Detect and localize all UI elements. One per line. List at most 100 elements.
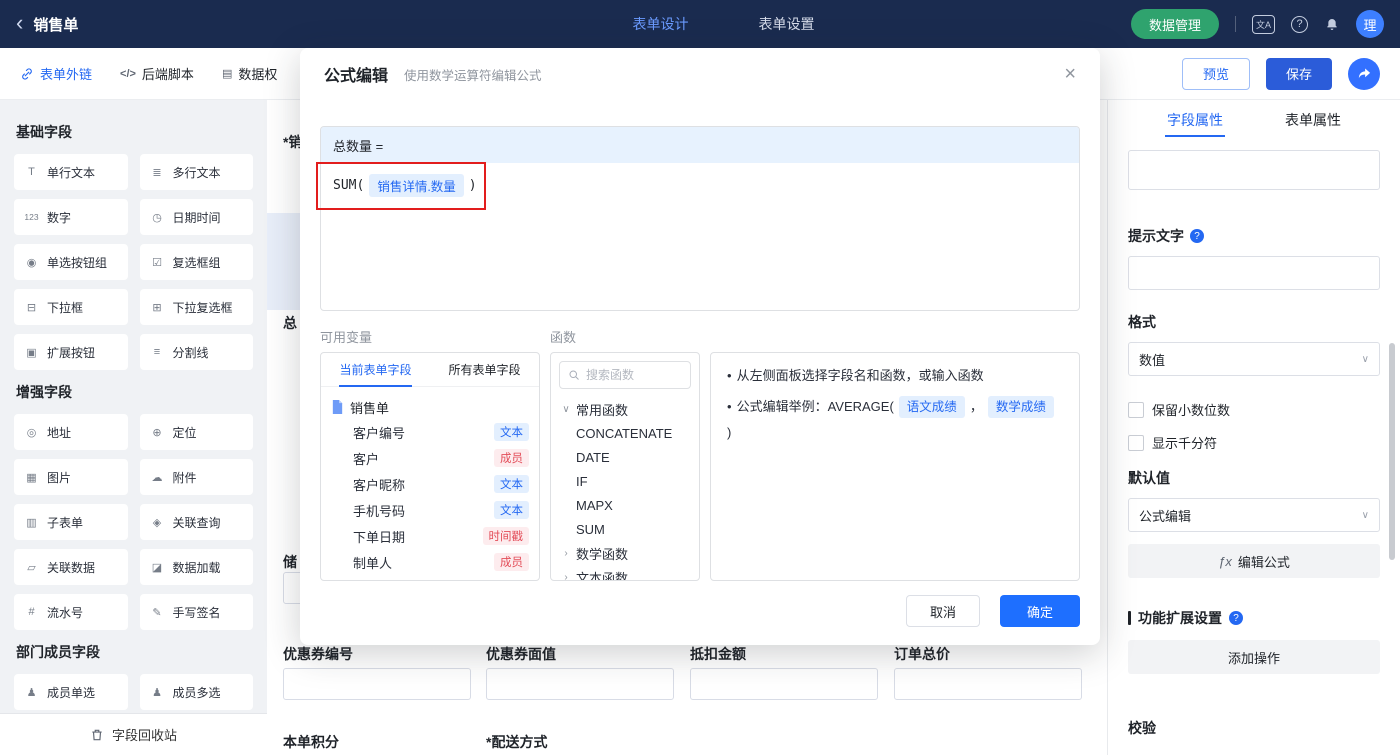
function-concatenate[interactable]: CONCATENATE	[561, 421, 689, 445]
question-circle-icon[interactable]: ?	[1229, 611, 1243, 625]
variable-name: 客户	[353, 449, 379, 468]
cancel-button[interactable]: 取消	[906, 595, 980, 627]
trash-icon	[90, 728, 104, 742]
group-label: 文本函数	[576, 568, 628, 582]
coupon-number-label: 优惠券编号	[283, 644, 353, 664]
tab-form-design[interactable]: 表单设计	[632, 14, 688, 34]
group-math-functions[interactable]: › 数学函数	[561, 541, 689, 565]
sidebar-item-member-multi[interactable]: ♟成员多选	[140, 674, 254, 710]
deduction-amount-input[interactable]	[690, 668, 878, 700]
sidebar-item-related-data[interactable]: ▱关联数据	[14, 549, 128, 585]
tab-all-form-fields[interactable]: 所有表单字段	[430, 353, 539, 386]
data-manage-button[interactable]: 数据管理	[1131, 9, 1219, 39]
sidebar-item-subform[interactable]: ▥子表单	[14, 504, 128, 540]
chevron-right-icon: ›	[561, 572, 571, 582]
sidebar-item-data-load[interactable]: ◪数据加载	[140, 549, 254, 585]
keep-decimal-checkbox[interactable]: 保留小数位数	[1128, 400, 1380, 419]
scrollbar[interactable]	[1389, 343, 1395, 560]
sidebar-item-radio-group[interactable]: ◉单选按钮组	[14, 244, 128, 280]
toolbar-item-backend-script[interactable]: </> 后端脚本	[120, 64, 194, 83]
function-mapx[interactable]: MAPX	[561, 493, 689, 517]
variable-name: 制单人	[353, 553, 392, 572]
props-top-input[interactable]	[1128, 150, 1380, 190]
toolbar-item-data-permission[interactable]: ▤ 数据权	[222, 64, 277, 83]
formula-field-chip[interactable]: 销售详情.数量	[369, 174, 463, 197]
close-icon[interactable]: ×	[1064, 64, 1076, 84]
field-recycle-bin[interactable]: 字段回收站	[0, 713, 267, 755]
avatar[interactable]: 理	[1356, 10, 1384, 38]
sidebar-item-serial-number[interactable]: #流水号	[14, 594, 128, 630]
field-label: 成员多选	[173, 684, 221, 701]
serial-number-icon: #	[23, 606, 40, 618]
add-action-button[interactable]: 添加操作	[1128, 640, 1380, 674]
thousand-separator-checkbox[interactable]: 显示千分符	[1128, 433, 1380, 452]
sidebar-item-dropdown[interactable]: ⊟下拉框	[14, 289, 128, 325]
question-circle-icon[interactable]: ?	[1190, 229, 1204, 243]
divider-line-icon: ≡	[149, 346, 166, 358]
help-icon[interactable]: ?	[1291, 16, 1308, 33]
sidebar-item-multi-line-text[interactable]: ≣多行文本	[140, 154, 254, 190]
type-tag: 时间戳	[483, 527, 530, 545]
function-date[interactable]: DATE	[561, 445, 689, 469]
group-common-functions[interactable]: ∨ 常用函数	[561, 397, 689, 421]
function-search[interactable]	[559, 361, 691, 389]
toolbar-item-external-link[interactable]: 表单外链	[20, 64, 92, 83]
variable-row-customer[interactable]: 客户成员	[331, 445, 529, 471]
group-label: 数学函数	[576, 544, 628, 563]
sidebar-item-datetime[interactable]: ◷日期时间	[140, 199, 254, 235]
field-label: 多行文本	[173, 164, 221, 181]
format-select[interactable]: 数值 ∨	[1128, 342, 1380, 376]
group-title-member: 部门成员字段	[16, 642, 251, 662]
translate-icon[interactable]: 文A	[1252, 15, 1275, 34]
variable-row-customer-nickname[interactable]: 客户昵称文本	[331, 471, 529, 497]
tab-current-form-fields[interactable]: 当前表单字段	[321, 353, 430, 386]
variable-row-order-maker[interactable]: 制单人成员	[331, 549, 529, 575]
sidebar-item-extend-button[interactable]: ▣扩展按钮	[14, 334, 128, 370]
sidebar-item-member-single[interactable]: ♟成员单选	[14, 674, 128, 710]
formula-expression[interactable]: SUM( 销售详情.数量 )	[321, 163, 1079, 208]
save-button[interactable]: 保存	[1266, 58, 1332, 90]
field-label: 复选框组	[173, 254, 221, 271]
order-total-input[interactable]	[894, 668, 1082, 700]
back-icon[interactable]: ‹	[16, 12, 23, 34]
sidebar-item-attachment[interactable]: ☁附件	[140, 459, 254, 495]
preview-button[interactable]: 预览	[1182, 58, 1250, 90]
function-sum[interactable]: SUM	[561, 517, 689, 541]
sidebar-item-signature[interactable]: ✎手写签名	[140, 594, 254, 630]
group-text-functions[interactable]: › 文本函数	[561, 565, 689, 581]
edit-formula-button[interactable]: ƒx 编辑公式	[1128, 544, 1380, 578]
formula-editor[interactable]: 总数量 = SUM( 销售详情.数量 )	[320, 126, 1080, 311]
delivery-method-label: *配送方式	[486, 732, 547, 752]
function-if[interactable]: IF	[561, 469, 689, 493]
bell-icon[interactable]	[1324, 16, 1340, 32]
variable-row-customer-number[interactable]: 客户编号文本	[331, 419, 529, 445]
default-value-select[interactable]: 公式编辑 ∨	[1128, 498, 1380, 532]
sidebar-item-address[interactable]: ◎地址	[14, 414, 128, 450]
attachment-icon: ☁	[149, 471, 166, 484]
tab-form-properties[interactable]: 表单属性	[1283, 101, 1343, 137]
format-label: 格式	[1128, 312, 1380, 332]
tree-root-sales-order[interactable]: 销售单	[331, 395, 529, 419]
confirm-button[interactable]: 确定	[1000, 595, 1080, 627]
sidebar-item-multi-dropdown[interactable]: ⊞下拉复选框	[140, 289, 254, 325]
sidebar-item-image[interactable]: ▦图片	[14, 459, 128, 495]
coupon-number-input[interactable]	[283, 668, 471, 700]
sidebar-item-location[interactable]: ⊕定位	[140, 414, 254, 450]
search-icon	[568, 369, 580, 381]
sidebar-item-single-line-text[interactable]: T单行文本	[14, 154, 128, 190]
function-search-input[interactable]	[586, 368, 676, 382]
coupon-value-input[interactable]	[486, 668, 674, 700]
sidebar-item-related-query[interactable]: ◈关联查询	[140, 504, 254, 540]
sidebar-item-checkbox-group[interactable]: ☑复选框组	[140, 244, 254, 280]
validation-title: 校验	[1128, 718, 1380, 738]
signature-icon: ✎	[149, 606, 166, 619]
sidebar-item-divider-line[interactable]: ≡分割线	[140, 334, 254, 370]
field-label: 子表单	[47, 514, 83, 531]
variable-row-order-date[interactable]: 下单日期时间戳	[331, 523, 529, 549]
share-button[interactable]	[1348, 58, 1380, 90]
variable-row-phone[interactable]: 手机号码文本	[331, 497, 529, 523]
sidebar-item-number[interactable]: 123数字	[14, 199, 128, 235]
hint-text-input[interactable]	[1128, 256, 1380, 290]
tab-field-properties[interactable]: 字段属性	[1165, 101, 1225, 137]
tab-form-settings[interactable]: 表单设置	[758, 14, 814, 34]
